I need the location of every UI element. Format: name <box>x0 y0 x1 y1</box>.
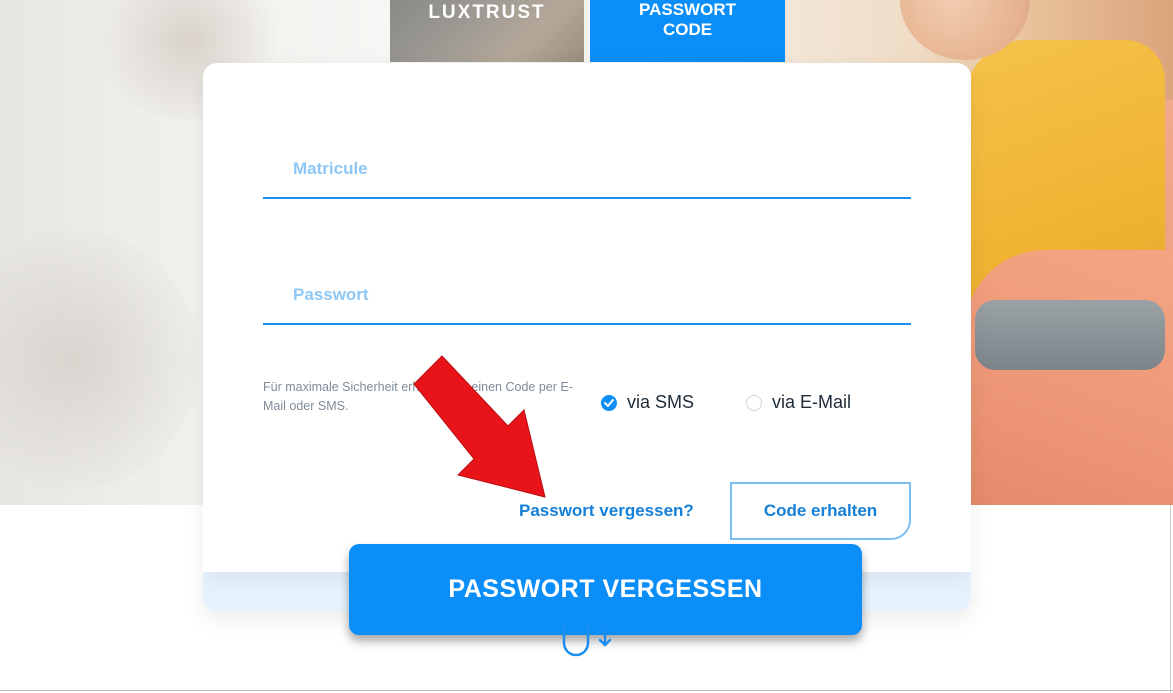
checkmark-icon[interactable] <box>601 394 617 411</box>
forgot-password-link[interactable]: Passwort vergessen? <box>519 501 694 521</box>
page-divider <box>0 690 1173 691</box>
forgot-password-banner: PASSWORT VERGESSEN <box>349 544 862 635</box>
page-edge <box>1170 505 1171 693</box>
tab-luxtrust-label: LUXTRUST <box>428 2 546 23</box>
security-info-text: Für maximale Sicherheit erhalten Sie ein… <box>263 380 573 413</box>
passwort-input[interactable] <box>263 285 941 305</box>
background-blur <box>0 230 200 490</box>
matricule-field <box>263 129 941 199</box>
radio-via-sms[interactable]: via SMS <box>601 392 694 413</box>
radio-via-email-label: via E-Mail <box>772 392 852 412</box>
forgot-password-banner-label: PASSWORT VERGESSEN <box>448 575 763 603</box>
background-photo-child-leg <box>975 300 1165 370</box>
radio-via-sms-label: via SMS <box>627 392 695 412</box>
tab-code-label: CODE <box>662 20 713 39</box>
radio-unchecked-icon[interactable] <box>746 394 762 411</box>
tab-luxtrust[interactable]: LUXTRUST <box>390 0 584 62</box>
background-photo-adult <box>965 250 1173 505</box>
tab-passwort-label: PASSWORT <box>639 0 736 19</box>
matricule-input[interactable] <box>263 159 941 179</box>
passwort-field <box>263 255 941 325</box>
get-code-button[interactable]: Code erhalten <box>730 482 911 540</box>
tab-passwort-code[interactable]: PASSWORT CODE <box>590 0 785 62</box>
login-card: Für maximale Sicherheit erhalten Sie ein… <box>203 63 971 572</box>
mouse-scroll-icon[interactable] <box>562 627 622 657</box>
radio-via-email[interactable]: via E-Mail <box>746 392 851 413</box>
